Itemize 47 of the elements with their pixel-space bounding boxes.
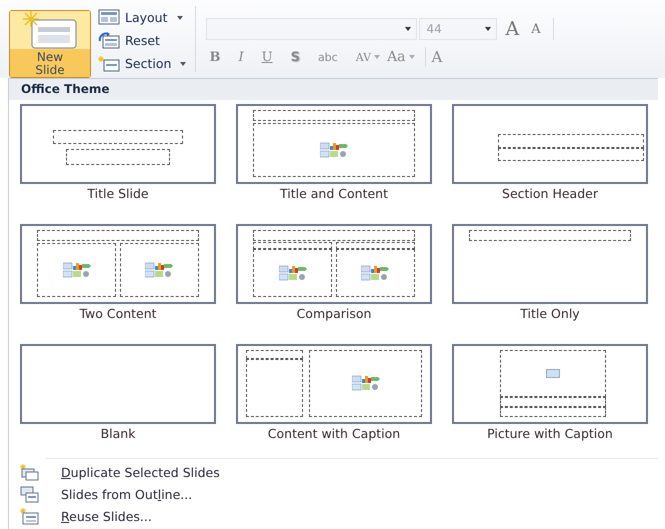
- italic-button[interactable]: I: [235, 50, 247, 64]
- slide-layout-thumbnail[interactable]: [452, 104, 648, 184]
- slide-layout-thumbnail[interactable]: [20, 224, 216, 304]
- shadow-button[interactable]: S: [288, 50, 303, 64]
- caret-icon: [485, 27, 492, 31]
- slide-layout-thumbnail[interactable]: [20, 104, 216, 184]
- duplicate-slides-icon: [20, 464, 39, 480]
- layout-label: Blank: [100, 427, 136, 441]
- font-color-button[interactable]: A: [432, 48, 442, 66]
- caret-icon: [405, 27, 412, 31]
- layout-label: Section Header: [501, 187, 599, 201]
- slide-layout-thumbnail[interactable]: [236, 344, 432, 424]
- font-name-field[interactable]: [206, 18, 418, 40]
- menu-item[interactable]: Duplicate Selected Slides: [9, 463, 658, 481]
- section-header: Office Theme: [9, 79, 658, 100]
- layout-label: Content with Caption: [266, 427, 402, 441]
- reset-button[interactable]: Reset: [95, 31, 190, 50]
- layout-button[interactable]: Layout: [95, 8, 190, 27]
- grow-font-button[interactable]: A: [501, 18, 524, 40]
- font-size-field[interactable]: 44: [419, 18, 498, 40]
- reset-icon: [98, 32, 120, 49]
- reuse-slides-icon: [20, 508, 39, 524]
- change-case-button[interactable]: Aa: [384, 49, 409, 65]
- section-icon: [98, 55, 120, 72]
- slide-layout-thumbnail[interactable]: [20, 344, 216, 424]
- shrink-font-button[interactable]: A: [527, 22, 545, 36]
- outline-slides-icon: [20, 486, 39, 502]
- menu-item[interactable]: Reuse Slides...: [9, 507, 658, 525]
- bold-button[interactable]: B: [206, 50, 224, 64]
- slide-layout-thumbnail[interactable]: [452, 224, 648, 304]
- underline-button[interactable]: U: [258, 50, 276, 64]
- layout-icon: [98, 9, 120, 26]
- slide-layout-thumbnail[interactable]: [236, 224, 432, 304]
- layout-label: Title and Content: [279, 187, 389, 201]
- layout-label: Picture with Caption: [486, 427, 614, 441]
- character-spacing-button[interactable]: AV: [352, 50, 374, 64]
- slide-layout-thumbnail[interactable]: [452, 344, 648, 424]
- section-button[interactable]: Section: [95, 54, 190, 73]
- slide-layout-thumbnail[interactable]: [236, 104, 432, 184]
- menu-item[interactable]: Slides from Outline...: [9, 485, 658, 503]
- new-slide-icon: [22, 10, 78, 50]
- new-slide-button[interactable]: New Slide: [9, 10, 91, 78]
- layout-label: Two Content: [78, 307, 158, 321]
- layout-label: Title Only: [519, 307, 581, 321]
- strikethrough-button[interactable]: abc: [314, 50, 341, 64]
- layout-label: Title Slide: [86, 187, 150, 201]
- layout-label: Comparison: [296, 307, 372, 321]
